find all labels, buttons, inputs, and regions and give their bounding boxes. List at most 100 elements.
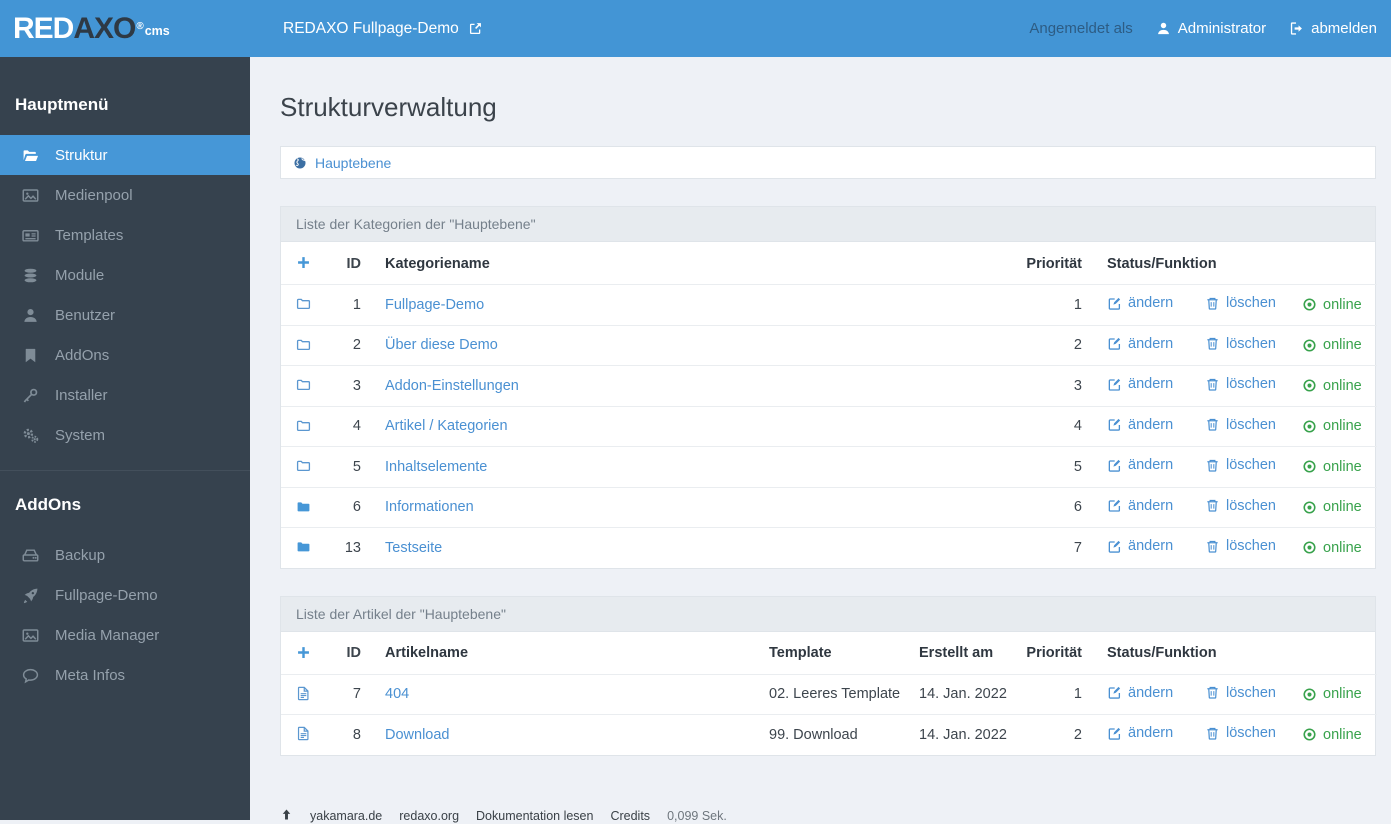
- database-icon: [22, 267, 39, 284]
- edit-link[interactable]: ändern: [1107, 498, 1173, 514]
- edit-icon: [1107, 377, 1122, 392]
- logout-link[interactable]: abmelden: [1289, 20, 1377, 37]
- column-header-kategoriename: Kategoriename: [385, 255, 490, 272]
- scroll-to-top-button[interactable]: [280, 808, 293, 824]
- brand-wordmark: REDAXO: [13, 11, 136, 45]
- online-status-link[interactable]: online: [1302, 418, 1362, 434]
- add-article-button[interactable]: [296, 646, 311, 662]
- edit-icon: [1107, 296, 1122, 311]
- sidebar-item-module[interactable]: Module: [0, 255, 250, 295]
- online-icon: [1302, 687, 1317, 702]
- comment-icon: [22, 667, 39, 684]
- delete-link[interactable]: löschen: [1205, 457, 1276, 473]
- column-header-id: ID: [346, 255, 362, 272]
- sidebar-item-system[interactable]: System: [0, 415, 250, 455]
- delete-link[interactable]: löschen: [1205, 538, 1276, 554]
- online-icon: [1302, 338, 1317, 353]
- column-header-template: Template: [769, 645, 832, 661]
- article-created: 14. Jan. 2022: [919, 686, 1007, 703]
- edit-link[interactable]: ändern: [1107, 538, 1173, 554]
- add-category-button[interactable]: [296, 256, 311, 272]
- categories-table: ID Kategoriename Priorität Status/Funkti…: [281, 242, 1377, 568]
- sidebar-item-backup[interactable]: Backup: [0, 535, 250, 575]
- category-id: 3: [352, 377, 361, 394]
- edit-icon: [1107, 458, 1122, 473]
- sidebar-item-medienpool[interactable]: Medienpool: [0, 175, 250, 215]
- edit-link[interactable]: ändern: [1107, 457, 1173, 473]
- sidebar-item-benutzer[interactable]: Benutzer: [0, 295, 250, 335]
- category-link[interactable]: Artikel / Kategorien: [385, 418, 508, 434]
- article-id: 8: [352, 726, 361, 743]
- sidebar-item-fullpage-demo[interactable]: Fullpage-Demo: [0, 575, 250, 615]
- sidebar-item-meta-infos[interactable]: Meta Infos: [0, 655, 250, 695]
- brand-red: RED: [13, 11, 74, 45]
- user-menu-link[interactable]: Administrator: [1156, 20, 1266, 37]
- sidebar-item-addons[interactable]: AddOns: [0, 335, 250, 375]
- trash-icon: [1205, 417, 1220, 432]
- plus-icon: [296, 645, 311, 660]
- online-status-link[interactable]: online: [1302, 297, 1362, 313]
- article-link[interactable]: 404: [385, 686, 409, 702]
- category-id: 6: [352, 499, 361, 516]
- delete-link[interactable]: löschen: [1205, 417, 1276, 433]
- breadcrumb: Hauptebene: [280, 146, 1376, 179]
- footer-link-yakamara[interactable]: yakamara.de: [310, 809, 382, 823]
- footer-link-dokumentation[interactable]: Dokumentation lesen: [476, 809, 593, 823]
- edit-link[interactable]: ändern: [1107, 376, 1173, 392]
- edit-link[interactable]: ändern: [1107, 685, 1173, 701]
- category-id: 4: [352, 418, 361, 435]
- main-content: Strukturverwaltung Hauptebene Liste der …: [250, 57, 1391, 823]
- category-id: 2: [352, 337, 361, 354]
- category-link[interactable]: Testseite: [385, 540, 442, 556]
- sidebar-item-label: Module: [55, 266, 105, 284]
- table-row: 2 Über diese Demo 2 ändern löschen onlin…: [281, 325, 1377, 366]
- online-status-link[interactable]: online: [1302, 337, 1362, 353]
- online-status-link[interactable]: online: [1302, 540, 1362, 556]
- category-link[interactable]: Fullpage-Demo: [385, 297, 484, 313]
- user-icon: [22, 307, 39, 324]
- image-icon: [22, 187, 39, 204]
- footer-link-redaxo[interactable]: redaxo.org: [399, 809, 459, 823]
- edit-link[interactable]: ändern: [1107, 295, 1173, 311]
- edit-link[interactable]: ändern: [1107, 417, 1173, 433]
- online-status-link[interactable]: online: [1302, 727, 1362, 743]
- article-id: 7: [352, 686, 361, 703]
- article-link[interactable]: Download: [385, 727, 450, 743]
- footer-link-credits[interactable]: Credits: [610, 809, 650, 823]
- folder-solid-icon: [296, 539, 311, 554]
- sidebar-item-installer[interactable]: Installer: [0, 375, 250, 415]
- delete-link[interactable]: löschen: [1205, 336, 1276, 352]
- online-icon: [1302, 297, 1317, 312]
- delete-link[interactable]: löschen: [1205, 376, 1276, 392]
- site-preview-link[interactable]: REDAXO Fullpage-Demo: [283, 20, 483, 38]
- sign-out-icon: [1289, 21, 1304, 36]
- folder-outline-icon: [296, 296, 311, 311]
- category-link[interactable]: Informationen: [385, 499, 474, 515]
- delete-link[interactable]: löschen: [1205, 725, 1276, 741]
- delete-link[interactable]: löschen: [1205, 498, 1276, 514]
- edit-link[interactable]: ändern: [1107, 725, 1173, 741]
- category-priority: 3: [1073, 377, 1082, 394]
- sidebar-item-templates[interactable]: Templates: [0, 215, 250, 255]
- online-status-link[interactable]: online: [1302, 459, 1362, 475]
- online-status-link[interactable]: online: [1302, 686, 1362, 702]
- trash-icon: [1205, 377, 1220, 392]
- online-status-link[interactable]: online: [1302, 499, 1362, 515]
- category-link[interactable]: Addon-Einstellungen: [385, 378, 519, 394]
- sidebar-item-struktur[interactable]: Struktur: [0, 135, 250, 175]
- category-link[interactable]: Über diese Demo: [385, 337, 498, 353]
- table-row: 13 Testseite 7 ändern löschen online: [281, 527, 1377, 568]
- delete-link[interactable]: löschen: [1205, 685, 1276, 701]
- category-priority: 2: [1073, 337, 1082, 354]
- edit-link[interactable]: ändern: [1107, 336, 1173, 352]
- folder-outline-icon: [296, 458, 311, 473]
- edit-icon: [1107, 726, 1122, 741]
- category-link[interactable]: Inhaltselemente: [385, 459, 487, 475]
- online-status-link[interactable]: online: [1302, 378, 1362, 394]
- sidebar-item-media-manager[interactable]: Media Manager: [0, 615, 250, 655]
- brand-logo[interactable]: REDAXO ® cms: [0, 11, 250, 45]
- breadcrumb-root-link[interactable]: Hauptebene: [293, 155, 391, 171]
- table-row: 6 Informationen 6 ändern löschen online: [281, 487, 1377, 528]
- delete-link[interactable]: löschen: [1205, 295, 1276, 311]
- online-icon: [1302, 727, 1317, 742]
